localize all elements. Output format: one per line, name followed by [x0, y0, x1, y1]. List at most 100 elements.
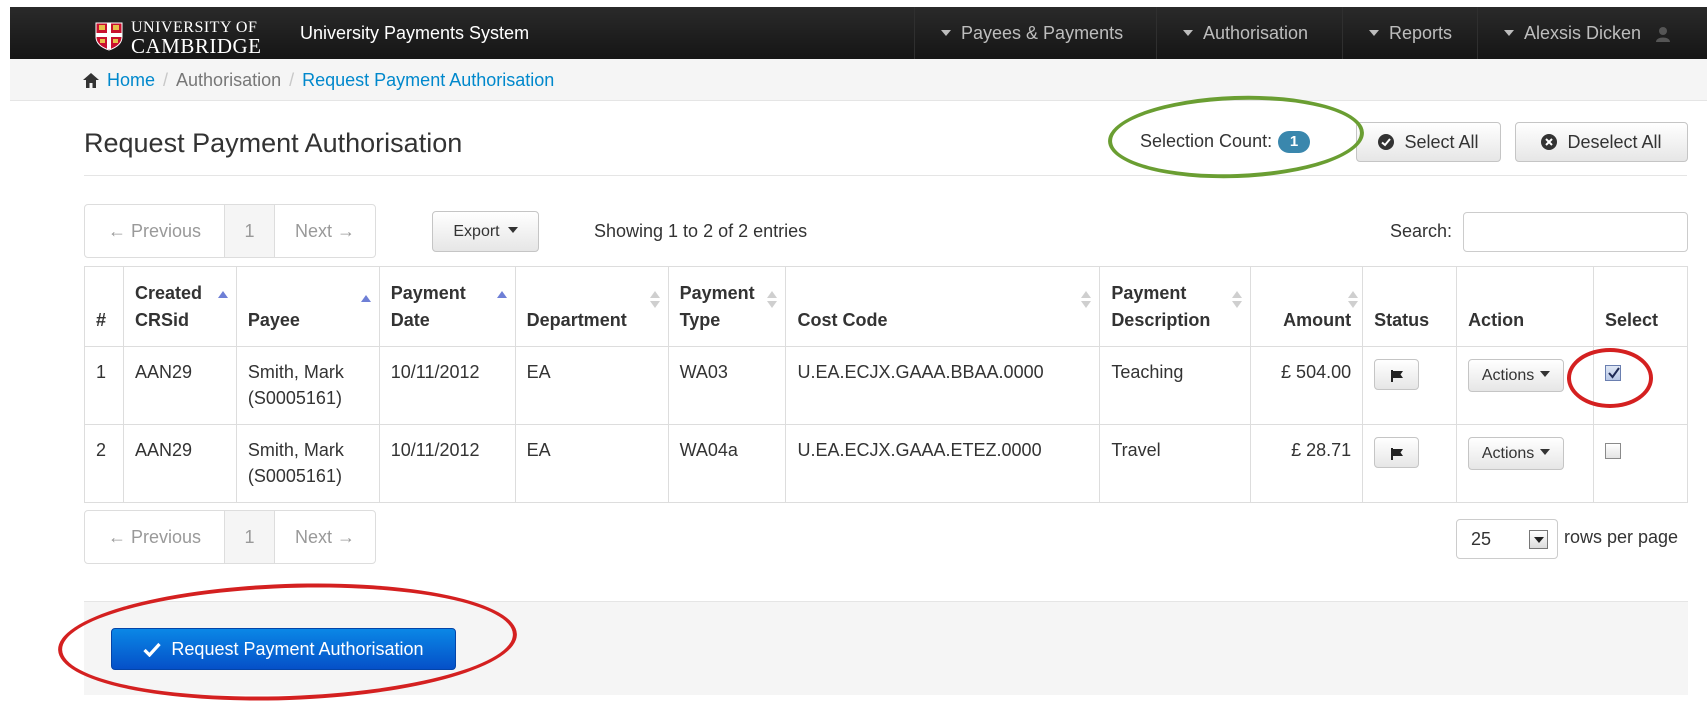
- payee-name: Smith, Mark: [247, 440, 344, 460]
- select-all-button[interactable]: Select All: [1356, 122, 1501, 162]
- page-1-button[interactable]: 1: [225, 205, 275, 257]
- status-flag-button[interactable]: [1374, 359, 1420, 390]
- crest-icon: [95, 22, 123, 51]
- col-header-action: Action: [1456, 266, 1594, 347]
- col-header-created-crsid[interactable]: Created CRSid: [122, 266, 237, 347]
- university-logo[interactable]: UNIVERSITY OF CAMBRIDGE: [94, 20, 274, 57]
- header-label: Description: [1111, 310, 1211, 330]
- actions-dropdown-button[interactable]: Actions: [1468, 359, 1565, 392]
- col-header-cost-code[interactable]: Cost Code: [785, 266, 1101, 347]
- menu-reports[interactable]: Reports: [1342, 7, 1477, 59]
- breadcrumb-current[interactable]: Request Payment Authorisation: [302, 70, 554, 90]
- sort-asc-icon: [217, 291, 228, 313]
- cell-description: Teaching: [1099, 346, 1252, 425]
- payments-table: # Created CRSid Payee Payment Date Departm…: [84, 266, 1689, 503]
- sort-asc-icon: [360, 295, 371, 317]
- menu-user[interactable]: Alexsis Dicken: [1477, 7, 1707, 59]
- header-label: Status: [1374, 310, 1430, 330]
- selection-count-badge: 1: [1278, 131, 1311, 153]
- cell-select: [1592, 424, 1689, 503]
- table-header-row: # Created CRSid Payee Payment Date Departm…: [84, 266, 1689, 347]
- cell-payee: Smith, Mark (S0005161): [235, 346, 380, 425]
- sort-icon: [767, 291, 778, 313]
- col-header-payment-description[interactable]: Payment Description: [1099, 266, 1252, 347]
- selection-count: Selection Count: 1: [1140, 128, 1311, 154]
- select-all-label: Select All: [1404, 132, 1479, 152]
- actions-dropdown-button[interactable]: Actions: [1468, 437, 1565, 470]
- cell-status: [1362, 424, 1458, 503]
- request-payment-authorisation-button[interactable]: Request Payment Authorisation: [111, 628, 456, 670]
- submit-label: Request Payment Authorisation: [171, 639, 424, 659]
- header-label: Date: [390, 310, 430, 330]
- previous-page-button[interactable]: ← Previous: [85, 205, 225, 257]
- payee-name: Smith, Mark: [247, 362, 344, 382]
- next-page-button[interactable]: Next →: [275, 205, 375, 257]
- menu-label: Reports: [1389, 23, 1453, 43]
- cell-cost-code: U.EA.ECJX.GAAA.BBAA.0000: [785, 346, 1101, 425]
- payee-id: (S0005161): [247, 466, 342, 486]
- header-label: Payee: [247, 310, 300, 330]
- header-label: Payment: [390, 283, 466, 303]
- sort-asc-icon: [496, 291, 507, 313]
- page-1-button[interactable]: 1: [225, 511, 275, 563]
- app-name[interactable]: University Payments System: [300, 7, 529, 59]
- search-label: Search:: [1390, 221, 1453, 241]
- cell-payee: Smith, Mark (S0005161): [235, 424, 380, 503]
- sort-icon: [1081, 291, 1092, 313]
- export-label: Export: [453, 223, 500, 240]
- row-select-checkbox[interactable]: [1604, 443, 1621, 459]
- chevron-down-icon: [1529, 530, 1548, 549]
- col-header-number: #: [84, 266, 124, 347]
- row-select-checkbox[interactable]: [1604, 365, 1621, 381]
- rows-per-page-select[interactable]: 25: [1456, 519, 1558, 559]
- cell-number: 1: [84, 346, 124, 425]
- cell-department: EA: [514, 346, 669, 425]
- caret-down-icon: [1183, 29, 1193, 36]
- cell-select: [1592, 346, 1689, 425]
- cell-department: EA: [514, 424, 669, 503]
- table-row: 1 AAN29 Smith, Mark (S0005161) 10/11/2012…: [84, 346, 1689, 425]
- caret-down-icon: [1369, 29, 1379, 36]
- cell-payment-type: WA04a: [667, 424, 787, 503]
- cell-payment-date: 10/11/2012: [378, 346, 516, 425]
- sort-icon: [1232, 291, 1243, 313]
- col-header-select: Select: [1592, 266, 1689, 347]
- col-header-department[interactable]: Department: [514, 266, 669, 347]
- col-header-payment-type[interactable]: Payment Type: [667, 266, 787, 347]
- menu-label: Authorisation: [1203, 23, 1309, 43]
- pagination-top: ← Previous 1 Next →: [84, 204, 376, 258]
- entries-info: Showing 1 to 2 of 2 entries: [594, 221, 808, 241]
- pagination-bottom: ← Previous 1 Next →: [84, 510, 376, 564]
- search-input[interactable]: [1463, 212, 1688, 252]
- cell-status: [1362, 346, 1458, 425]
- header-label: Payment: [1111, 283, 1187, 303]
- breadcrumb-bar: Home / Authorisation / Request Payment Autho…: [10, 59, 1707, 101]
- cell-number: 2: [84, 424, 124, 503]
- table-row: 2 AAN29 Smith, Mark (S0005161) 10/11/2012…: [84, 424, 1689, 503]
- header-label: CRSid: [134, 310, 189, 330]
- caret-down-icon: [507, 227, 518, 234]
- previous-page-button[interactable]: ← Previous: [85, 511, 225, 563]
- check-icon: [1608, 367, 1620, 379]
- cell-action: Actions: [1456, 346, 1594, 425]
- cell-description: Travel: [1099, 424, 1252, 503]
- status-flag-button[interactable]: [1374, 437, 1420, 468]
- header-label: Type: [679, 310, 721, 330]
- cell-amount: £ 504.00: [1250, 346, 1364, 425]
- breadcrumb-home[interactable]: Home: [107, 70, 155, 90]
- col-header-amount[interactable]: Amount: [1250, 266, 1364, 347]
- col-header-payment-date[interactable]: Payment Date: [378, 266, 516, 347]
- times-circle-icon: [1541, 134, 1558, 150]
- deselect-all-button[interactable]: Deselect All: [1515, 122, 1688, 162]
- menu-authorisation[interactable]: Authorisation: [1156, 7, 1342, 59]
- header-label: Amount: [1283, 310, 1352, 330]
- deselect-all-label: Deselect All: [1567, 132, 1662, 152]
- breadcrumb: Home / Authorisation / Request Payment Autho…: [83, 59, 554, 101]
- export-button[interactable]: Export: [432, 211, 539, 252]
- selection-count-label: Selection Count:: [1140, 131, 1273, 151]
- check-icon: [143, 642, 162, 657]
- next-page-button[interactable]: Next →: [275, 511, 375, 563]
- rows-per-page-label: rows per page: [1564, 527, 1679, 547]
- col-header-payee[interactable]: Payee: [235, 266, 380, 347]
- menu-payees-payments[interactable]: Payees & Payments: [914, 7, 1156, 59]
